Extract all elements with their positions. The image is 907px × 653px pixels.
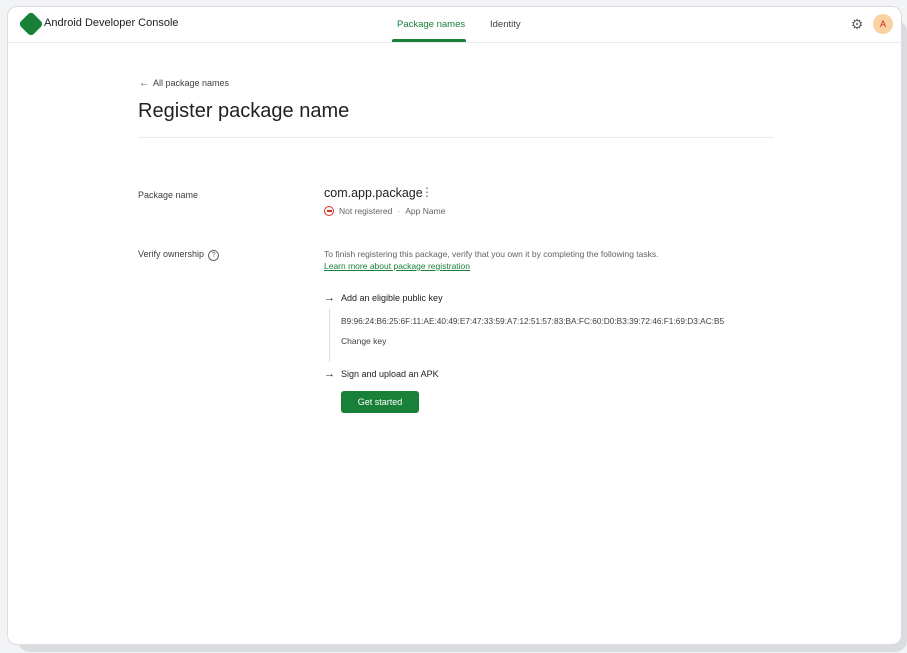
app-name-text: App Name xyxy=(405,206,446,216)
task-sign-upload-apk: → Sign and upload an APK xyxy=(324,368,439,380)
top-app-bar: Android Developer Console Package names … xyxy=(8,7,901,43)
verify-ownership-text: Verify ownership xyxy=(138,249,205,259)
not-registered-icon xyxy=(324,206,334,216)
help-icon[interactable]: ? xyxy=(208,250,220,261)
status-text: Not registered xyxy=(339,206,393,216)
active-tab-indicator xyxy=(392,39,466,42)
task-add-public-key: → Add an eligible public key xyxy=(324,292,443,304)
android-logo-icon xyxy=(18,11,44,37)
app-title: Android Developer Console xyxy=(44,17,179,29)
verify-ownership-label: Verify ownership? xyxy=(138,249,220,261)
tab-package-names[interactable]: Package names xyxy=(397,19,465,30)
verify-instructions: To finish registering this package, veri… xyxy=(324,249,659,259)
package-status: Not registered · App Name xyxy=(324,206,445,216)
avatar[interactable]: A xyxy=(873,14,893,34)
arrow-back-icon: ← xyxy=(139,78,149,89)
get-started-button[interactable]: Get started xyxy=(341,391,419,413)
page-title: Register package name xyxy=(138,100,350,122)
divider xyxy=(138,137,774,138)
change-key-link[interactable]: Change key xyxy=(341,336,386,346)
back-link-all-package-names[interactable]: ← All package names xyxy=(139,78,229,89)
back-link-label: All package names xyxy=(153,78,230,88)
learn-more-link[interactable]: Learn more about package registration xyxy=(324,261,470,271)
task-label: Add an eligible public key xyxy=(341,293,443,303)
arrow-forward-icon: → xyxy=(324,292,335,304)
task-label: Sign and upload an APK xyxy=(341,369,439,379)
task-detail-bar xyxy=(329,309,330,362)
package-name-value: com.app.package xyxy=(324,186,423,200)
tab-identity[interactable]: Identity xyxy=(490,19,521,30)
settings-gear-icon[interactable]: ⚙ xyxy=(849,16,865,32)
arrow-forward-icon: → xyxy=(324,368,335,380)
separator-dot: · xyxy=(397,206,401,216)
key-fingerprint: B9:96:24:B6:25:6F:11:AE:40:49:E7:47:33:5… xyxy=(341,316,725,326)
more-vert-icon[interactable]: ⋮ xyxy=(421,185,433,199)
package-name-label: Package name xyxy=(138,190,199,200)
app-window: Android Developer Console Package names … xyxy=(7,6,902,645)
